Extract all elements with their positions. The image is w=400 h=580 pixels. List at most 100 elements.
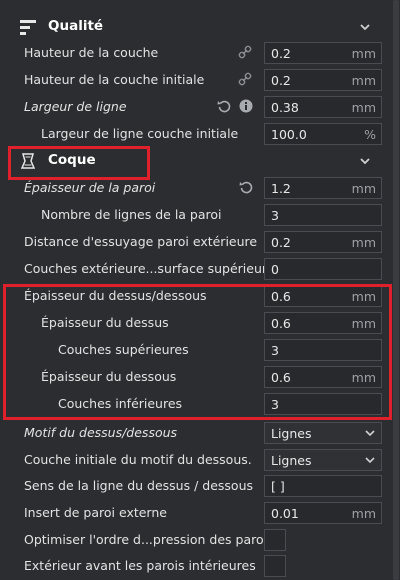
setting-row-top-bottom-line-direction: Sens de la ligne du dessus / dessous [ ] <box>0 473 392 500</box>
field-unit: mm <box>351 181 376 196</box>
shell-shape-icon <box>20 153 36 169</box>
select-value: Lignes <box>271 426 312 441</box>
chevron-down-icon[interactable] <box>358 154 372 168</box>
field-unit: mm <box>351 506 376 521</box>
setting-label: Couches inférieures <box>58 396 183 411</box>
setting-row-optimize-wall-order: Optimiser l'ordre d...pression des paroi… <box>0 527 392 554</box>
outer-wall-inset-field[interactable]: 0.01 mm <box>264 502 382 524</box>
setting-label: Distance d'essuyage paroi extérieure <box>24 234 258 249</box>
initial-layer-height-field[interactable]: 0.2 mm <box>264 69 382 91</box>
field-value: 0.6 <box>271 316 291 331</box>
field-value: 0.38 <box>271 100 299 115</box>
top-thickness-field[interactable]: 0.6 mm <box>264 312 382 334</box>
setting-row-top-layers: Couches supérieures 3 <box>0 337 392 364</box>
setting-row-outer-wall-wipe: Distance d'essuyage paroi extérieure 0.2… <box>0 229 392 256</box>
setting-label: Insert de paroi externe <box>24 505 167 520</box>
top-bottom-thickness-field[interactable]: 0.6 mm <box>264 285 382 307</box>
setting-label: Épaisseur du dessous <box>41 369 177 384</box>
setting-label: Motif du dessus/dessous <box>24 425 178 440</box>
setting-row-top-surface-layers: Couches extérieure...surface supérieure … <box>0 256 392 283</box>
field-unit: mm <box>351 235 376 250</box>
field-value: 3 <box>271 397 279 412</box>
setting-row-bottom-thickness: Épaisseur du dessous 0.6 mm <box>0 364 392 391</box>
bottom-thickness-field[interactable]: 0.6 mm <box>264 366 382 388</box>
setting-row-top-bottom-thickness: Épaisseur du dessus/dessous 0.6 mm <box>0 283 392 310</box>
field-value: 100.0 <box>271 127 307 142</box>
setting-label: Sens de la ligne du dessus / dessous <box>24 478 254 493</box>
top-bottom-pattern-select[interactable]: Lignes <box>264 422 382 444</box>
field-unit: mm <box>351 73 376 88</box>
field-value: 0 <box>271 262 279 277</box>
field-value: 1.2 <box>271 181 291 196</box>
setting-label: Couches extérieure...surface supérieure <box>24 261 275 276</box>
link-icon <box>238 45 252 59</box>
field-value: 0.2 <box>271 73 291 88</box>
setting-row-outer-before-inner: Extérieur avant les parois intérieures <box>0 553 392 580</box>
field-unit: mm <box>351 316 376 331</box>
field-unit: mm <box>351 370 376 385</box>
setting-label: Épaisseur de la paroi <box>24 180 156 195</box>
reset-icon[interactable] <box>239 180 253 194</box>
link-icon <box>238 72 252 86</box>
setting-row-outer-wall-inset: Insert de paroi externe 0.01 mm <box>0 500 392 527</box>
field-value: 3 <box>271 343 279 358</box>
outer-wall-wipe-field[interactable]: 0.2 mm <box>264 231 382 253</box>
field-value: 0.2 <box>271 46 291 61</box>
top-layers-field[interactable]: 3 <box>264 339 382 361</box>
setting-label: Couches supérieures <box>58 342 189 357</box>
setting-label: Épaisseur du dessus <box>41 315 169 330</box>
field-unit: mm <box>351 100 376 115</box>
setting-label: Optimiser l'ordre d...pression des paroi… <box>24 532 274 547</box>
info-icon[interactable] <box>239 99 253 113</box>
setting-label: Hauteur de la couche initiale <box>24 72 205 87</box>
outer-before-inner-checkbox[interactable] <box>264 555 286 577</box>
wall-thickness-field[interactable]: 1.2 mm <box>264 177 382 199</box>
setting-label: Largeur de ligne <box>24 99 127 114</box>
setting-row-initial-line-width: Largeur de ligne couche initiale 100.0 % <box>0 121 392 148</box>
initial-line-width-field[interactable]: 100.0 % <box>264 123 382 145</box>
field-value: [ ] <box>271 479 285 494</box>
chevron-down-icon <box>365 457 375 464</box>
field-unit: mm <box>351 289 376 304</box>
select-value: Lignes <box>271 453 312 468</box>
chevron-down-icon <box>365 430 375 437</box>
section-header-shell[interactable]: Coque <box>0 148 392 174</box>
section-title-quality: Qualité <box>48 18 104 34</box>
field-value: 3 <box>271 208 279 223</box>
field-unit: % <box>364 127 376 142</box>
bottom-layers-field[interactable]: 3 <box>264 393 382 415</box>
wall-line-count-field[interactable]: 3 <box>264 204 382 226</box>
field-unit: mm <box>351 46 376 61</box>
section-header-quality[interactable]: Qualité <box>0 14 392 40</box>
scrollbar-thumb[interactable] <box>393 0 399 580</box>
layer-height-field[interactable]: 0.2 mm <box>264 42 382 64</box>
setting-row-top-thickness: Épaisseur du dessus 0.6 mm <box>0 310 392 337</box>
field-value: 0.6 <box>271 370 291 385</box>
line-direction-field[interactable]: [ ] <box>264 475 382 497</box>
setting-row-top-bottom-pattern: Motif du dessus/dessous Lignes <box>0 420 392 447</box>
setting-label: Épaisseur du dessus/dessous <box>24 288 207 303</box>
setting-label: Extérieur avant les parois intérieures <box>24 558 256 573</box>
top-surface-layers-field[interactable]: 0 <box>264 258 382 280</box>
field-value: 0.2 <box>271 235 291 250</box>
setting-row-bottom-layers: Couches inférieures 3 <box>0 391 392 418</box>
setting-label: Nombre de lignes de la paroi <box>41 207 222 222</box>
setting-row-wall-thickness: Épaisseur de la paroi 1.2 mm <box>0 175 392 202</box>
chevron-down-icon[interactable] <box>358 20 372 34</box>
optimize-wall-order-checkbox[interactable] <box>264 529 286 551</box>
setting-row-layer-height: Hauteur de la couche 0.2 mm <box>0 40 392 67</box>
section-title-shell: Coque <box>48 152 96 168</box>
setting-label: Hauteur de la couche <box>24 45 159 60</box>
reset-icon[interactable] <box>217 99 231 113</box>
initial-bottom-pattern-select[interactable]: Lignes <box>264 449 382 471</box>
setting-row-initial-layer-height: Hauteur de la couche initiale 0.2 mm <box>0 67 392 94</box>
setting-row-wall-line-count: Nombre de lignes de la paroi 3 <box>0 202 392 229</box>
setting-label: Couche initiale du motif du dessous. <box>24 452 252 467</box>
line-width-field[interactable]: 0.38 mm <box>264 96 382 118</box>
setting-row-initial-bottom-pattern: Couche initiale du motif du dessous. Lig… <box>0 447 392 474</box>
setting-row-line-width: Largeur de ligne 0.38 mm <box>0 94 392 121</box>
field-value: 0.01 <box>271 506 299 521</box>
sliders-icon <box>20 20 36 35</box>
settings-panel: Qualité Hauteur de la couche 0.2 mm Haut… <box>0 0 400 580</box>
setting-label: Largeur de ligne couche initiale <box>41 126 239 141</box>
